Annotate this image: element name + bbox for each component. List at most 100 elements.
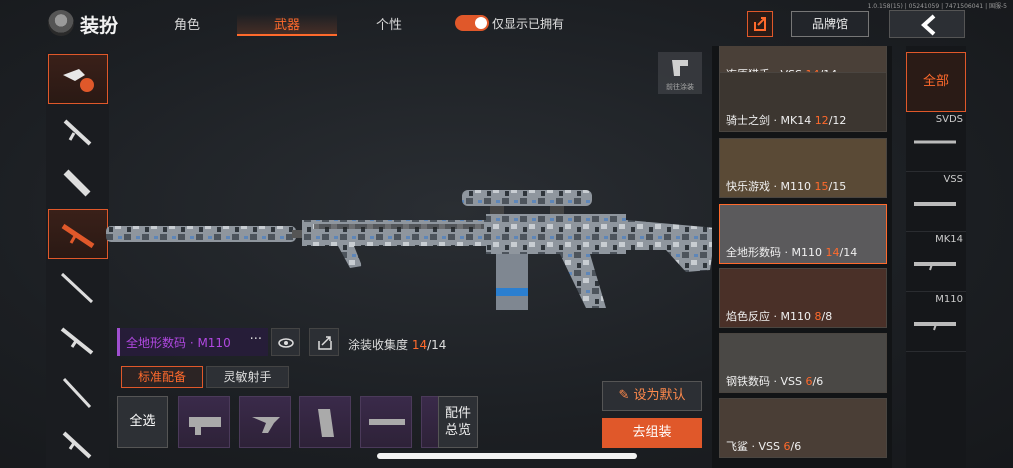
share-skin-button[interactable] bbox=[309, 328, 339, 356]
skin-card-label: 飞鲨 · VSS 6/6 bbox=[726, 438, 801, 454]
skin-card-count: 12 bbox=[814, 114, 829, 127]
part-barrel[interactable] bbox=[360, 396, 412, 448]
tab-agile-shooter[interactable]: 灵敏射手 bbox=[206, 366, 289, 388]
sidebar-item-marksman-rifle[interactable] bbox=[48, 209, 108, 259]
sidebar-item-assault-rifle[interactable] bbox=[48, 107, 108, 157]
sidebar-item-shotgun[interactable] bbox=[48, 367, 108, 417]
top-bar: 装扮 角色 武器 个性 仅显示已拥有 品牌馆 bbox=[0, 0, 1013, 46]
skin-card-total: /6 bbox=[812, 375, 824, 388]
skin-card-total: /14 bbox=[839, 246, 858, 259]
skin-card-name: 全地形数码 · M110 bbox=[726, 246, 826, 259]
skin-card-name: 骑士之剑 · MK14 bbox=[726, 114, 815, 127]
grip-part-icon bbox=[252, 417, 280, 433]
skin-card-label: 快乐游戏 · M110 15/15 bbox=[726, 178, 846, 194]
part-receiver[interactable] bbox=[178, 396, 230, 448]
skin-card[interactable]: 快乐游戏 · M110 15/15 bbox=[719, 138, 887, 198]
skin-card[interactable]: 飞鲨 · VSS 6/6 bbox=[719, 398, 887, 458]
weapon-category-icon bbox=[63, 69, 94, 92]
collection-total: /14 bbox=[427, 338, 447, 352]
shotgun-icon bbox=[62, 377, 92, 409]
select-all-button[interactable]: 全选 bbox=[117, 396, 168, 448]
filter-label: VSS bbox=[943, 174, 963, 185]
pistol-icon bbox=[62, 431, 92, 459]
magazine-part-icon bbox=[318, 409, 334, 437]
smg-icon bbox=[63, 169, 91, 197]
filter-label: M110 bbox=[935, 294, 963, 305]
skin-card-label: 全地形数码 · M110 14/14 bbox=[726, 244, 857, 260]
parts-overview-line2: 总览 bbox=[444, 423, 471, 438]
weapon-model-filter: 全部 SVDS VSS MK14 M110 bbox=[906, 46, 966, 468]
skin-card[interactable]: 焰色反应 · M110 8/8 bbox=[719, 268, 887, 328]
rifle-icon bbox=[60, 327, 94, 355]
filter-m110[interactable]: M110 bbox=[906, 292, 966, 352]
tab-personality[interactable]: 个性 bbox=[339, 14, 439, 33]
go-paint-label: 前往涂装 bbox=[666, 83, 694, 91]
skin-card[interactable]: 全地形数码 · M110 14/14 bbox=[719, 204, 887, 264]
filter-vss[interactable]: VSS bbox=[906, 172, 966, 232]
skin-card[interactable]: 钢铁数码 · VSS 6/6 bbox=[719, 333, 887, 393]
chevron-left-icon bbox=[921, 14, 936, 36]
sidebar-item-rifle[interactable] bbox=[48, 315, 108, 365]
set-default-button[interactable]: ✎ 设为默认 bbox=[602, 381, 702, 411]
home-indicator[interactable] bbox=[377, 453, 637, 459]
eye-icon bbox=[278, 338, 294, 348]
skin-card-label: 骑士之剑 · MK14 12/12 bbox=[726, 112, 846, 128]
assault-rifle-icon bbox=[63, 119, 92, 146]
part-magazine[interactable] bbox=[299, 396, 351, 448]
preview-button[interactable] bbox=[271, 328, 300, 356]
filter-label: MK14 bbox=[935, 234, 963, 245]
parts-overview-line1: 配件 bbox=[444, 406, 471, 421]
skin-card-total: /15 bbox=[828, 180, 847, 193]
sidebar-item-weapon-skins[interactable] bbox=[48, 54, 108, 104]
filter-all[interactable]: 全部 bbox=[906, 52, 966, 112]
part-extra[interactable] bbox=[421, 396, 439, 448]
skin-card-total: /8 bbox=[821, 310, 833, 323]
skin-name-label: 全地形数码 · M110 bbox=[126, 336, 231, 350]
skin-card-total: /6 bbox=[790, 440, 802, 453]
weapon-preview-m110 bbox=[106, 190, 716, 310]
owned-only-label: 仅显示已拥有 bbox=[492, 17, 565, 31]
receiver-part-icon bbox=[189, 417, 221, 435]
share-button[interactable] bbox=[747, 11, 773, 37]
toggle-knob bbox=[475, 17, 487, 29]
collection-label: 涂装收集度 bbox=[348, 338, 409, 352]
collection-progress: 涂装收集度 14/14 bbox=[348, 336, 446, 353]
filter-svds[interactable]: SVDS bbox=[906, 112, 966, 172]
sniper-rifle-icon bbox=[60, 272, 94, 304]
skin-card-count: 15 bbox=[814, 180, 829, 193]
share-icon bbox=[754, 17, 766, 31]
filter-mk14[interactable]: MK14 bbox=[906, 232, 966, 292]
brush-icon: ✎ bbox=[618, 388, 630, 403]
brand-hall-button[interactable]: 品牌馆 bbox=[791, 11, 869, 37]
current-skin-name[interactable]: 全地形数码 · M110 ··· bbox=[117, 328, 268, 356]
skin-card-label: 焰色反应 · M110 8/8 bbox=[726, 308, 832, 324]
go-assemble-button[interactable]: 去组装 bbox=[602, 418, 702, 448]
skin-list: 冻原猎手 · VSS 14/14 骑士之剑 · MK14 12/12 快乐游戏 … bbox=[712, 46, 892, 468]
tab-weapon[interactable]: 武器 bbox=[237, 14, 337, 36]
marksman-rifle-icon bbox=[61, 223, 95, 249]
skin-card[interactable]: 骑士之剑 · MK14 12/12 bbox=[719, 72, 887, 132]
collection-count: 14 bbox=[411, 338, 428, 352]
app-logo-icon bbox=[48, 10, 74, 36]
page-title: 装扮 bbox=[80, 15, 119, 37]
owned-only-toggle[interactable] bbox=[455, 15, 489, 31]
sidebar-item-smg[interactable] bbox=[48, 158, 108, 208]
more-icon[interactable]: ··· bbox=[250, 332, 262, 347]
tab-standard-loadout[interactable]: 标准配备 bbox=[121, 366, 203, 388]
back-button[interactable] bbox=[889, 10, 965, 38]
go-paint-button[interactable]: 前往涂装 bbox=[658, 52, 702, 94]
tab-character[interactable]: 角色 bbox=[137, 14, 237, 33]
skin-card-label: 钢铁数码 · VSS 6/6 bbox=[726, 373, 823, 389]
barrel-part-icon bbox=[369, 419, 405, 425]
parts-overview-button[interactable]: 配件 总览 bbox=[438, 396, 478, 448]
part-grip[interactable] bbox=[239, 396, 291, 448]
skin-card-name: 快乐游戏 · M110 bbox=[726, 180, 815, 193]
filter-label: SVDS bbox=[935, 114, 963, 125]
skin-card-total: /12 bbox=[828, 114, 847, 127]
spray-paint-icon bbox=[672, 60, 688, 76]
sidebar-item-sniper-rifle[interactable] bbox=[48, 262, 108, 312]
share-icon bbox=[318, 336, 332, 350]
sidebar-item-pistol[interactable] bbox=[48, 419, 108, 468]
skin-card-name: 焰色反应 · M110 bbox=[726, 310, 815, 323]
weapon-type-sidebar bbox=[46, 52, 109, 468]
